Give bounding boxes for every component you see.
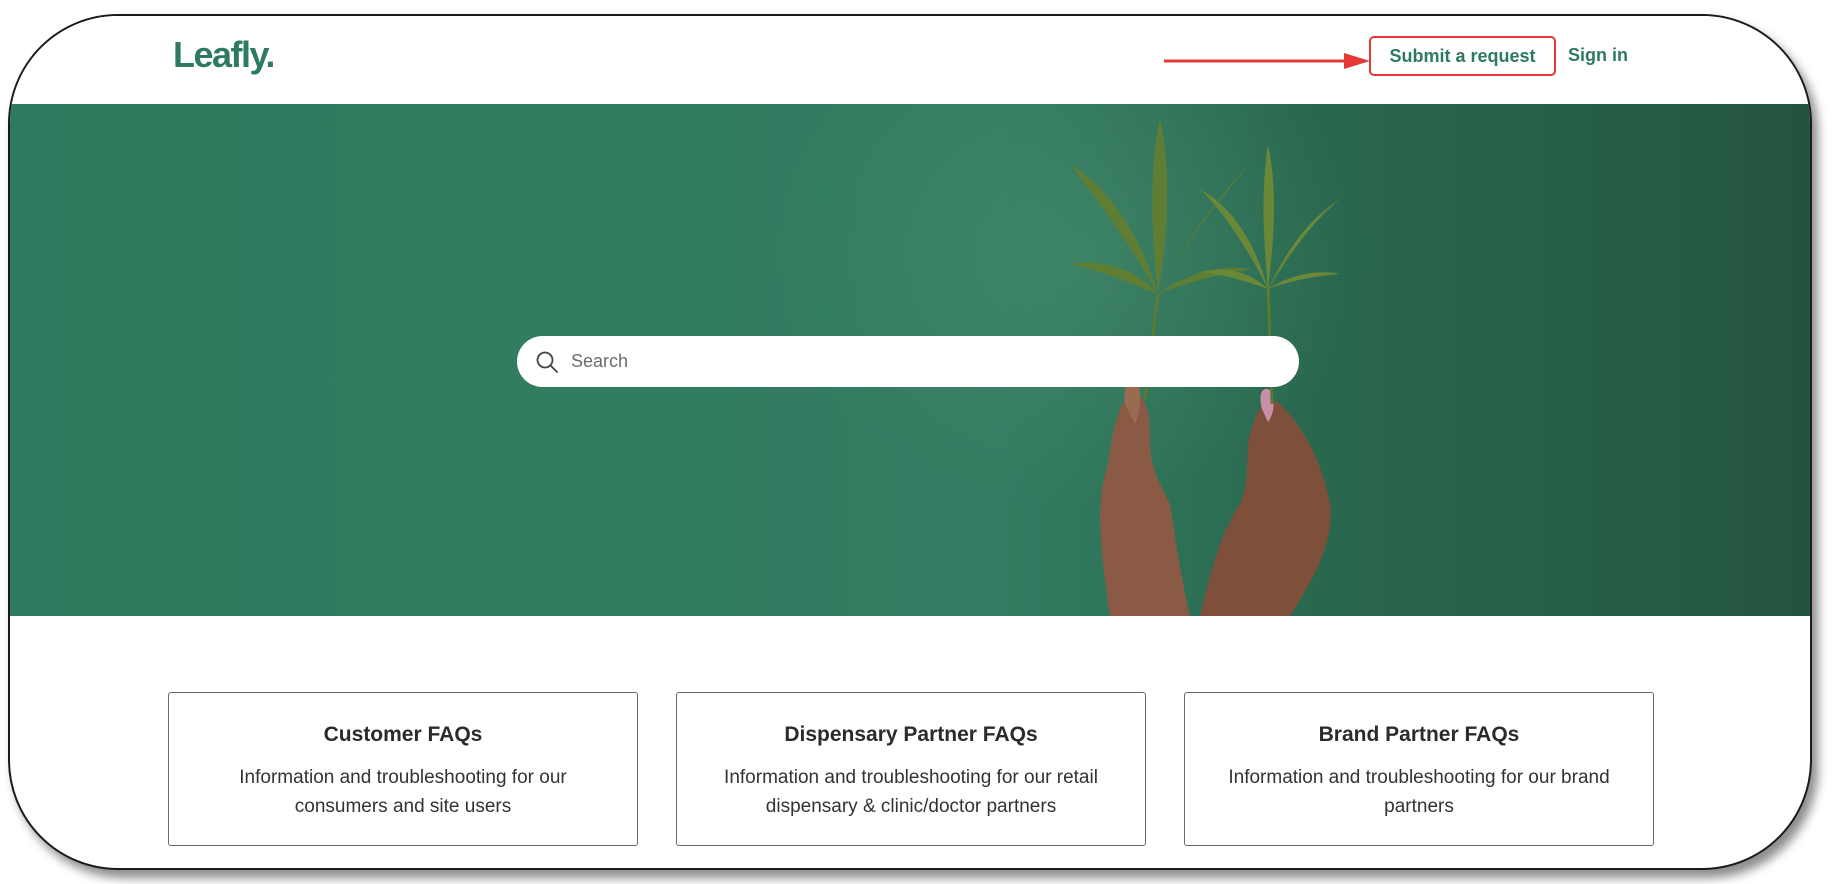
customer-faqs-card[interactable]: Customer FAQs Information and troublesho… — [168, 692, 638, 846]
card-title: Brand Partner FAQs — [1318, 723, 1520, 746]
dispensary-partner-faqs-card[interactable]: Dispensary Partner FAQs Information and … — [676, 692, 1146, 846]
leafly-logo[interactable]: Leafly. — [173, 34, 275, 76]
search-icon — [535, 350, 559, 374]
brand-partner-faqs-card[interactable]: Brand Partner FAQs Information and troub… — [1184, 692, 1654, 846]
hero-banner — [10, 104, 1810, 616]
sign-in-link[interactable]: Sign in — [1568, 45, 1628, 66]
card-title: Dispensary Partner FAQs — [784, 723, 1038, 746]
site-header: Leafly. Submit a request Sign in — [10, 16, 1810, 104]
submit-request-button[interactable]: Submit a request — [1369, 36, 1556, 76]
card-description: Information and troubleshooting for our … — [239, 767, 567, 817]
annotation-arrow-icon — [1164, 53, 1370, 69]
screenshot-frame: Leafly. Submit a request Sign in Search … — [8, 14, 1812, 870]
card-description: Information and troubleshooting for our … — [724, 767, 1098, 817]
card-title: Customer FAQs — [323, 723, 483, 746]
search-bar[interactable] — [517, 336, 1299, 387]
card-description: Information and troubleshooting for our … — [1228, 767, 1610, 817]
search-input[interactable] — [569, 350, 1269, 373]
